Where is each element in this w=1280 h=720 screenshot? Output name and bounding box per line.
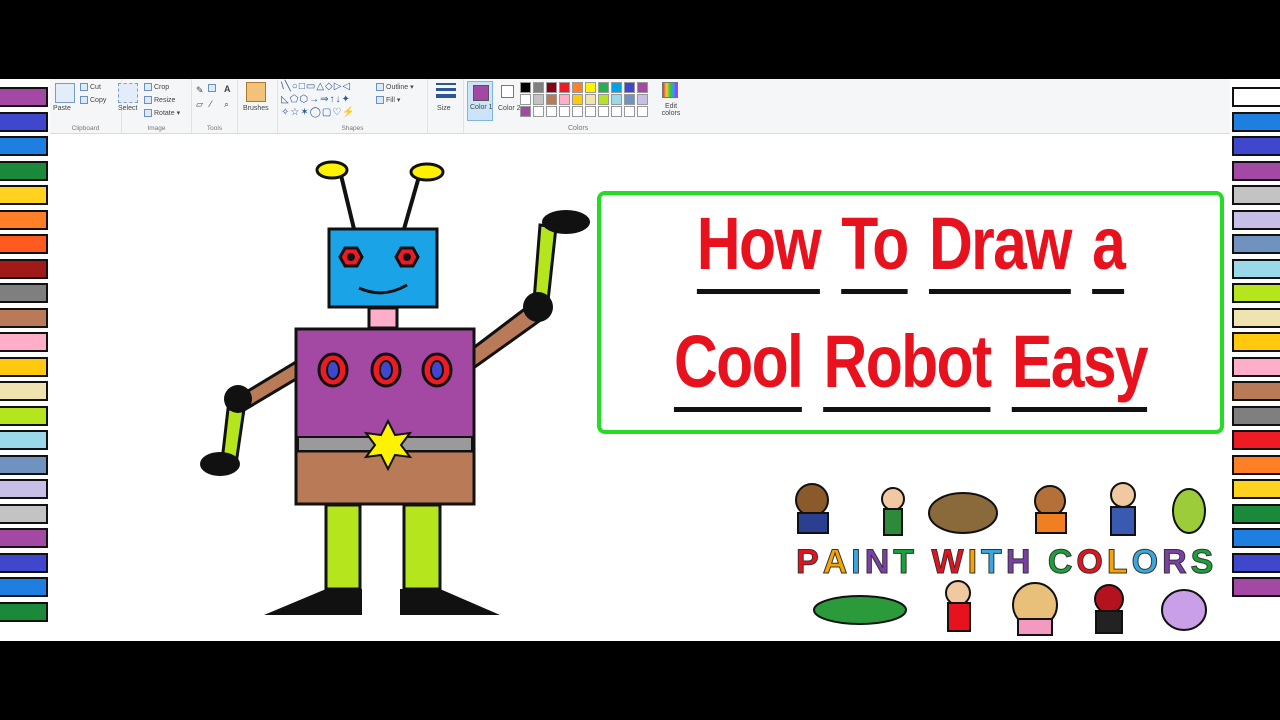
robot-hand-right bbox=[542, 210, 590, 234]
paint-window: Paste Cut Copy Clipboard Select Crop Res… bbox=[0, 79, 1280, 641]
logo-letter: O bbox=[1076, 542, 1103, 581]
robot-antenna-tip-left bbox=[315, 160, 349, 180]
robot-elbow-right bbox=[523, 292, 553, 322]
title-word: To bbox=[841, 207, 909, 294]
robot-leg-right bbox=[402, 503, 442, 591]
title-line-1: How To Draw a bbox=[657, 207, 1165, 294]
robot-button-1-core bbox=[326, 360, 340, 380]
title-word: Robot bbox=[823, 325, 992, 412]
logo-letter: T bbox=[981, 542, 1003, 581]
logo-letter: N bbox=[864, 542, 890, 581]
title-line-2: Cool Robot Easy bbox=[657, 325, 1165, 412]
logo-letter: C bbox=[1047, 542, 1073, 581]
robot-leg-left bbox=[324, 503, 362, 591]
robot-pupil-right bbox=[403, 253, 411, 261]
robot-antenna-left bbox=[338, 170, 356, 230]
logo-letter bbox=[1034, 543, 1043, 582]
logo-letter: T bbox=[893, 542, 915, 581]
logo-letter: S bbox=[1190, 542, 1214, 581]
title-box: How To Draw a Cool Robot Easy bbox=[597, 191, 1224, 434]
robot-neck bbox=[367, 306, 399, 330]
robot-antenna-tip-right bbox=[409, 162, 445, 182]
robot-foot-right bbox=[400, 589, 500, 615]
robot-foot-left bbox=[264, 589, 362, 615]
robot-button-3-core bbox=[430, 360, 444, 380]
logo-letter: W bbox=[931, 542, 964, 581]
logo-letter: H bbox=[1005, 542, 1031, 581]
robot-hand-left bbox=[200, 452, 240, 476]
logo-letter: R bbox=[1162, 542, 1188, 581]
title-word: How bbox=[696, 207, 822, 294]
robot-button-2-core bbox=[379, 360, 393, 380]
robot-head bbox=[327, 227, 439, 309]
robot-forearm-right bbox=[532, 223, 558, 303]
logo-letter: P bbox=[796, 542, 820, 581]
video-frame: Paste Cut Copy Clipboard Select Crop Res… bbox=[0, 0, 1280, 720]
logo-letter: A bbox=[822, 542, 848, 581]
title-word: Draw bbox=[928, 207, 1072, 294]
logo-letter bbox=[918, 543, 927, 582]
robot-antenna-right bbox=[402, 172, 422, 230]
title-word: a bbox=[1092, 207, 1126, 294]
robot-elbow-left bbox=[224, 385, 252, 413]
logo-letter: I bbox=[851, 542, 862, 581]
robot-pupil-left bbox=[347, 253, 355, 261]
title-word: Cool bbox=[673, 325, 804, 412]
cartoon-characters-top bbox=[795, 482, 1206, 536]
logo-letter: L bbox=[1106, 542, 1128, 581]
robot-buttons bbox=[317, 352, 453, 388]
logo-letter: I bbox=[967, 542, 978, 581]
logo-letter: O bbox=[1131, 542, 1159, 581]
cartoon-characters-bottom bbox=[813, 580, 1207, 636]
paint-with-colors-logo: PAINT WITH COLORS bbox=[796, 540, 1224, 584]
title-word: Easy bbox=[1011, 325, 1149, 412]
